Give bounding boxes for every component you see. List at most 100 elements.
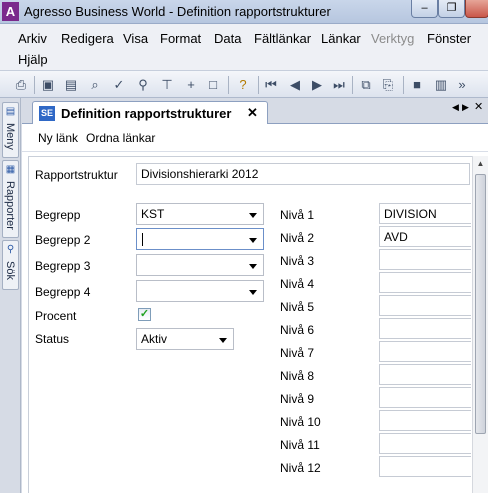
begrepp-value: KST <box>141 207 165 221</box>
tab-definition-rapportstrukturer[interactable]: SE Definition rapportstrukturer ✕ <box>32 101 268 125</box>
begrepp-4-select[interactable] <box>136 280 264 302</box>
niva-7-label: Nivå 7 <box>280 346 315 360</box>
menu-arkiv[interactable]: Arkiv <box>18 31 47 46</box>
tab-scroll-left-icon[interactable]: ◀ <box>452 102 459 113</box>
toolbar-separator <box>34 76 35 94</box>
niva-6-label: Nivå 6 <box>280 323 315 337</box>
toolbar: ⎙ ▣ ▤ ⌕ ✓ ⚲ ⊤ + □ ? ⏮ ◀ ▶ ⏭ ⧉ ⎘ ■ ▥ » <box>0 70 488 98</box>
niva-5-field[interactable] <box>379 295 471 316</box>
side-tab-meny[interactable]: ▤ Meny <box>2 102 19 158</box>
niva-7-field[interactable] <box>379 341 471 362</box>
title-bar: A Agresso Business World - Definition ra… <box>0 0 488 24</box>
print-icon[interactable]: ⎙ <box>12 76 30 94</box>
search-icon: ⚲ <box>6 244 15 255</box>
chart-icon[interactable]: ▥ <box>432 76 450 94</box>
menu-format[interactable]: Format <box>160 31 201 46</box>
table-icon[interactable]: ■ <box>408 76 426 94</box>
scrollbar-thumb[interactable] <box>475 174 486 434</box>
menu-visa[interactable]: Visa <box>123 31 148 46</box>
chevron-down-icon <box>219 338 227 343</box>
rapportstruktur-label: Rapportstruktur <box>35 168 118 182</box>
begrepp-select[interactable]: KST <box>136 203 264 225</box>
next-icon[interactable]: ▶ <box>308 76 326 94</box>
menu-bar: Arkiv Redigera Visa Format Data Fältlänk… <box>0 24 488 70</box>
niva-8-field[interactable] <box>379 364 471 385</box>
close-window-button[interactable] <box>465 0 488 18</box>
chevron-down-icon <box>249 290 257 295</box>
procent-checkbox[interactable]: ✓ <box>138 308 151 321</box>
prev-icon[interactable]: ◀ <box>286 76 304 94</box>
niva-9-label: Nivå 9 <box>280 392 315 406</box>
document-tab-strip: SE Definition rapportstrukturer ✕ ◀ ▶ ✕ <box>22 98 488 125</box>
menu-fonster[interactable]: Fönster <box>427 31 471 46</box>
niva-2-field[interactable]: AVD <box>379 226 471 247</box>
text-caret <box>142 233 143 246</box>
ordna-lankar-link[interactable]: Ordna länkar <box>86 131 155 145</box>
copy-icon[interactable]: ⧉ <box>357 76 375 94</box>
menu-lankar[interactable]: Länkar <box>321 31 361 46</box>
menu-redigera[interactable]: Redigera <box>61 31 114 46</box>
paste-icon[interactable]: ⎘ <box>379 76 397 94</box>
ny-lank-link[interactable]: Ny länk <box>38 131 78 145</box>
niva-12-field[interactable] <box>379 456 471 477</box>
niva-1-field[interactable]: DIVISION <box>379 203 471 224</box>
search-icon[interactable]: ⚲ <box>134 76 152 94</box>
toolbar-separator <box>403 76 404 94</box>
scroll-up-icon[interactable]: ▲ <box>473 156 488 172</box>
open-icon[interactable]: ▤ <box>62 76 80 94</box>
niva-9-field[interactable] <box>379 387 471 408</box>
side-tab-sok[interactable]: ⚲ Sök <box>2 240 19 290</box>
niva-6-field[interactable] <box>379 318 471 339</box>
app-icon: A <box>2 2 19 21</box>
status-select[interactable]: Aktiv <box>136 328 234 350</box>
close-icon[interactable]: ✕ <box>247 105 258 121</box>
chevron-down-icon <box>249 238 257 243</box>
begrepp-2-label: Begrepp 2 <box>35 233 91 247</box>
niva-10-field[interactable] <box>379 410 471 431</box>
tab-scroll-right-icon[interactable]: ▶ <box>462 102 469 113</box>
filter-icon[interactable]: ⊤ <box>158 76 176 94</box>
tab-close-all-icon[interactable]: ✕ <box>474 100 483 113</box>
minimize-button[interactable]: – <box>411 0 438 18</box>
toolbar-separator <box>352 76 353 94</box>
chevron-down-icon <box>249 264 257 269</box>
menu-verktyg: Verktyg <box>371 31 415 46</box>
check-icon[interactable]: ✓ <box>110 76 128 94</box>
window-title: Agresso Business World - Definition rapp… <box>24 4 331 19</box>
status-value: Aktiv <box>141 332 168 346</box>
begrepp-2-select[interactable] <box>136 228 264 250</box>
link-bar: Ny länk Ordna länkar <box>22 124 488 152</box>
menu-data[interactable]: Data <box>214 31 241 46</box>
restore-button[interactable]: ❐ <box>438 0 465 18</box>
form-panel: Rapportstruktur Divisionshierarki 2012 B… <box>22 152 488 493</box>
toolbar-separator <box>258 76 259 94</box>
find-icon[interactable]: ⌕ <box>86 76 104 94</box>
side-tab-label: Rapporter <box>4 181 16 230</box>
side-tab-rapporter[interactable]: ▦ Rapporter <box>2 160 19 238</box>
niva-4-field[interactable] <box>379 272 471 293</box>
niva-3-field[interactable] <box>379 249 471 270</box>
niva-4-label: Nivå 4 <box>280 277 315 291</box>
status-label: Status <box>35 332 70 346</box>
save-icon[interactable]: ▣ <box>39 76 57 94</box>
niva-8-label: Nivå 8 <box>280 369 315 383</box>
add-row-icon[interactable]: + <box>182 76 200 94</box>
niva-11-field[interactable] <box>379 433 471 454</box>
begrepp-3-label: Begrepp 3 <box>35 259 91 273</box>
side-rail: ▤ Meny ▦ Rapporter ⚲ Sök <box>0 98 21 493</box>
first-icon[interactable]: ⏮ <box>262 76 280 94</box>
chevron-down-icon <box>249 213 257 218</box>
side-tab-label: Sök <box>4 261 16 280</box>
rapportstruktur-field[interactable]: Divisionshierarki 2012 <box>136 163 470 185</box>
begrepp-3-select[interactable] <box>136 254 264 276</box>
menu-hjalp[interactable]: Hjälp <box>18 52 48 67</box>
help-icon[interactable]: ? <box>234 76 252 94</box>
last-icon[interactable]: ⏭ <box>330 76 348 94</box>
niva-5-label: Nivå 5 <box>280 300 315 314</box>
more-icon[interactable]: » <box>456 76 468 94</box>
frame-icon[interactable]: □ <box>204 76 222 94</box>
menu-faltlankar[interactable]: Fältlänkar <box>254 31 311 46</box>
reports-icon: ▦ <box>5 164 16 175</box>
menu-icon: ▤ <box>5 106 16 117</box>
vertical-scrollbar[interactable]: ▲ <box>472 156 488 493</box>
